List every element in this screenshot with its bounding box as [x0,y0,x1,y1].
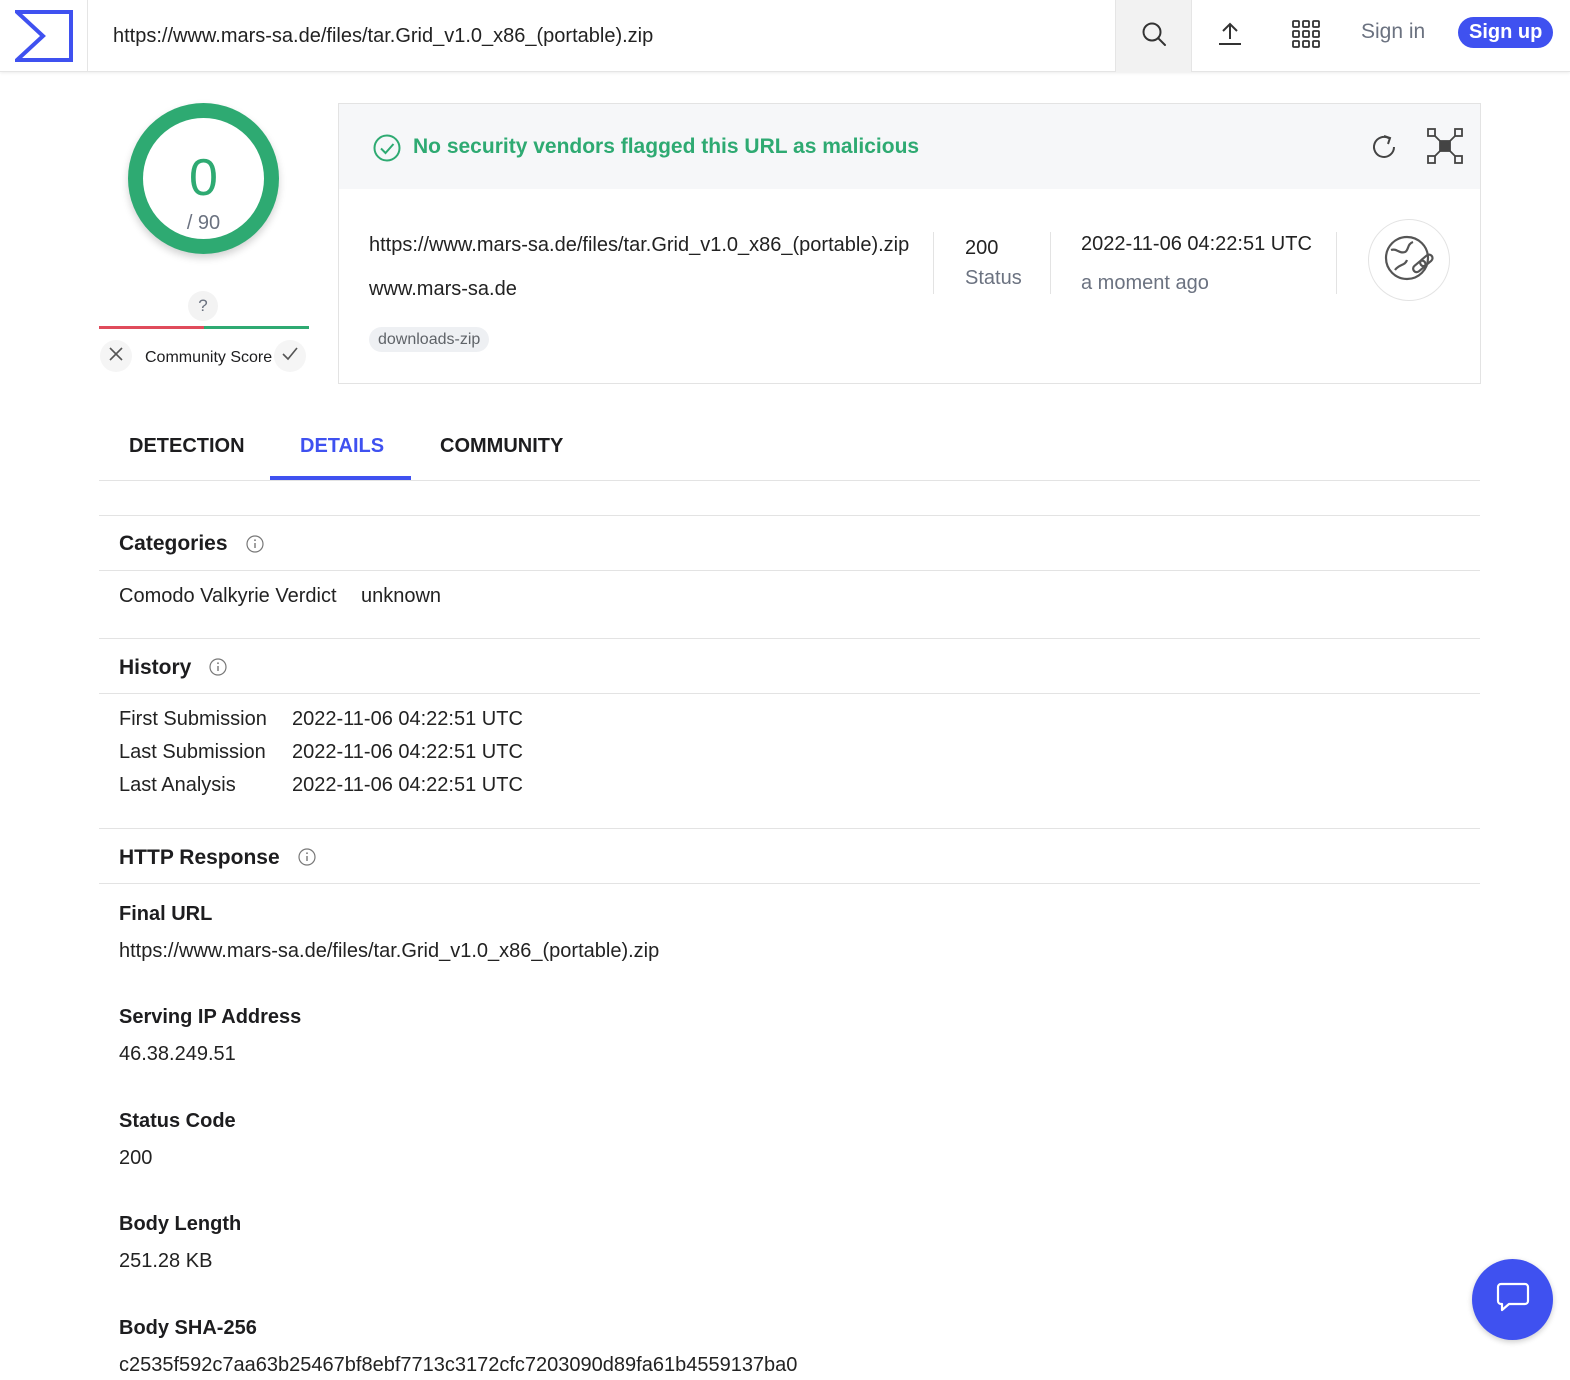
divider [1050,232,1051,294]
status-label: Status [965,267,1022,289]
divider [99,570,1480,571]
chat-icon [1496,1281,1530,1318]
divider [99,480,1480,481]
http-field-label: Final URL [119,903,213,925]
body-sha256-value[interactable]: c2535f592c7aa63b25467bf8ebf7713c3172cfc7… [119,1354,797,1377]
tab-details[interactable]: DETAILS [300,435,384,458]
url-summary-card: No security vendors flagged this URL as … [338,103,1481,384]
tab-community[interactable]: COMMUNITY [440,435,563,458]
divider [99,828,1480,829]
divider [99,515,1480,516]
category-value: unknown [361,585,442,607]
analysis-date-relative: a moment ago [1081,272,1209,294]
history-key: First Submission [119,708,267,730]
community-score-value: ? [188,291,218,321]
info-icon[interactable] [246,535,264,553]
community-score-label: Community Score [145,349,273,366]
history-value: 2022-11-06 04:22:51 UTC [292,774,523,796]
divider [99,638,1480,639]
analysis-date: 2022-11-06 04:22:51 UTC [1081,233,1312,255]
serving-ip-value[interactable]: 46.38.249.51 [119,1043,236,1066]
sign-in-link[interactable]: Sign in [1361,20,1425,44]
categories-title: Categories [119,532,228,555]
graph-icon[interactable] [1427,128,1463,164]
divider [933,232,934,294]
sign-up-button[interactable]: Sign up [1458,17,1554,48]
http-field-label: Status Code [119,1110,236,1132]
upload-icon [1217,21,1243,52]
apps-button[interactable] [1284,14,1328,58]
category-tag[interactable]: downloads-zip [369,327,490,352]
reanalyze-icon[interactable] [1367,130,1401,164]
detection-score-ring: 0 / 90 [128,103,279,254]
status-code-value: 200 [965,237,999,259]
close-icon [109,346,123,366]
history-value: 2022-11-06 04:22:51 UTC [292,741,523,763]
verdict-banner: No security vendors flagged this URL as … [339,104,1480,189]
community-score-bar-negative [99,326,204,329]
history-key: Last Submission [119,741,266,763]
body-length-value: 251.28 KB [119,1250,213,1272]
url-type-badge [1368,219,1450,301]
final-url-value: https://www.mars-sa.de/files/tar.Grid_v1… [119,940,660,962]
info-icon[interactable] [209,658,227,676]
search-icon [1141,21,1167,52]
info-icon[interactable] [298,848,316,866]
apps-grid-icon [1292,19,1320,53]
http-response-title: HTTP Response [119,846,280,869]
url-link-icon [1381,230,1437,291]
http-field-label: Body SHA-256 [119,1317,257,1339]
search-input[interactable] [88,0,1115,72]
community-score-bar-positive [204,326,309,329]
scanned-url: https://www.mars-sa.de/files/tar.Grid_v1… [369,234,910,256]
category-vendor: Comodo Valkyrie Verdict [119,585,337,607]
check-icon [282,346,298,366]
tab-detection[interactable]: DETECTION [129,435,245,458]
vote-harmless-button[interactable] [274,340,306,372]
check-circle-icon [373,134,401,162]
upload-button[interactable] [1208,14,1252,58]
detection-total: / 90 [186,212,221,234]
vote-malicious-button[interactable] [100,340,132,372]
divider [99,693,1480,694]
detection-score-inner: 0 / 90 [143,118,264,239]
top-navigation-bar: Sign in Sign up [0,0,1570,72]
status-code-field-value: 200 [119,1147,153,1169]
detection-count: 0 [189,149,218,207]
http-field-label: Serving IP Address [119,1006,302,1028]
virustotal-logo-icon[interactable] [0,0,88,72]
http-field-label: Body Length [119,1213,242,1235]
history-value: 2022-11-06 04:22:51 UTC [292,708,523,730]
search-button[interactable] [1115,0,1192,72]
divider [99,883,1480,884]
history-title: History [119,656,192,679]
verdict-text: No security vendors flagged this URL as … [413,135,920,158]
scanned-domain[interactable]: www.mars-sa.de [369,278,517,301]
chat-button[interactable] [1472,1259,1553,1340]
divider [1336,232,1337,294]
history-key: Last Analysis [119,774,236,796]
